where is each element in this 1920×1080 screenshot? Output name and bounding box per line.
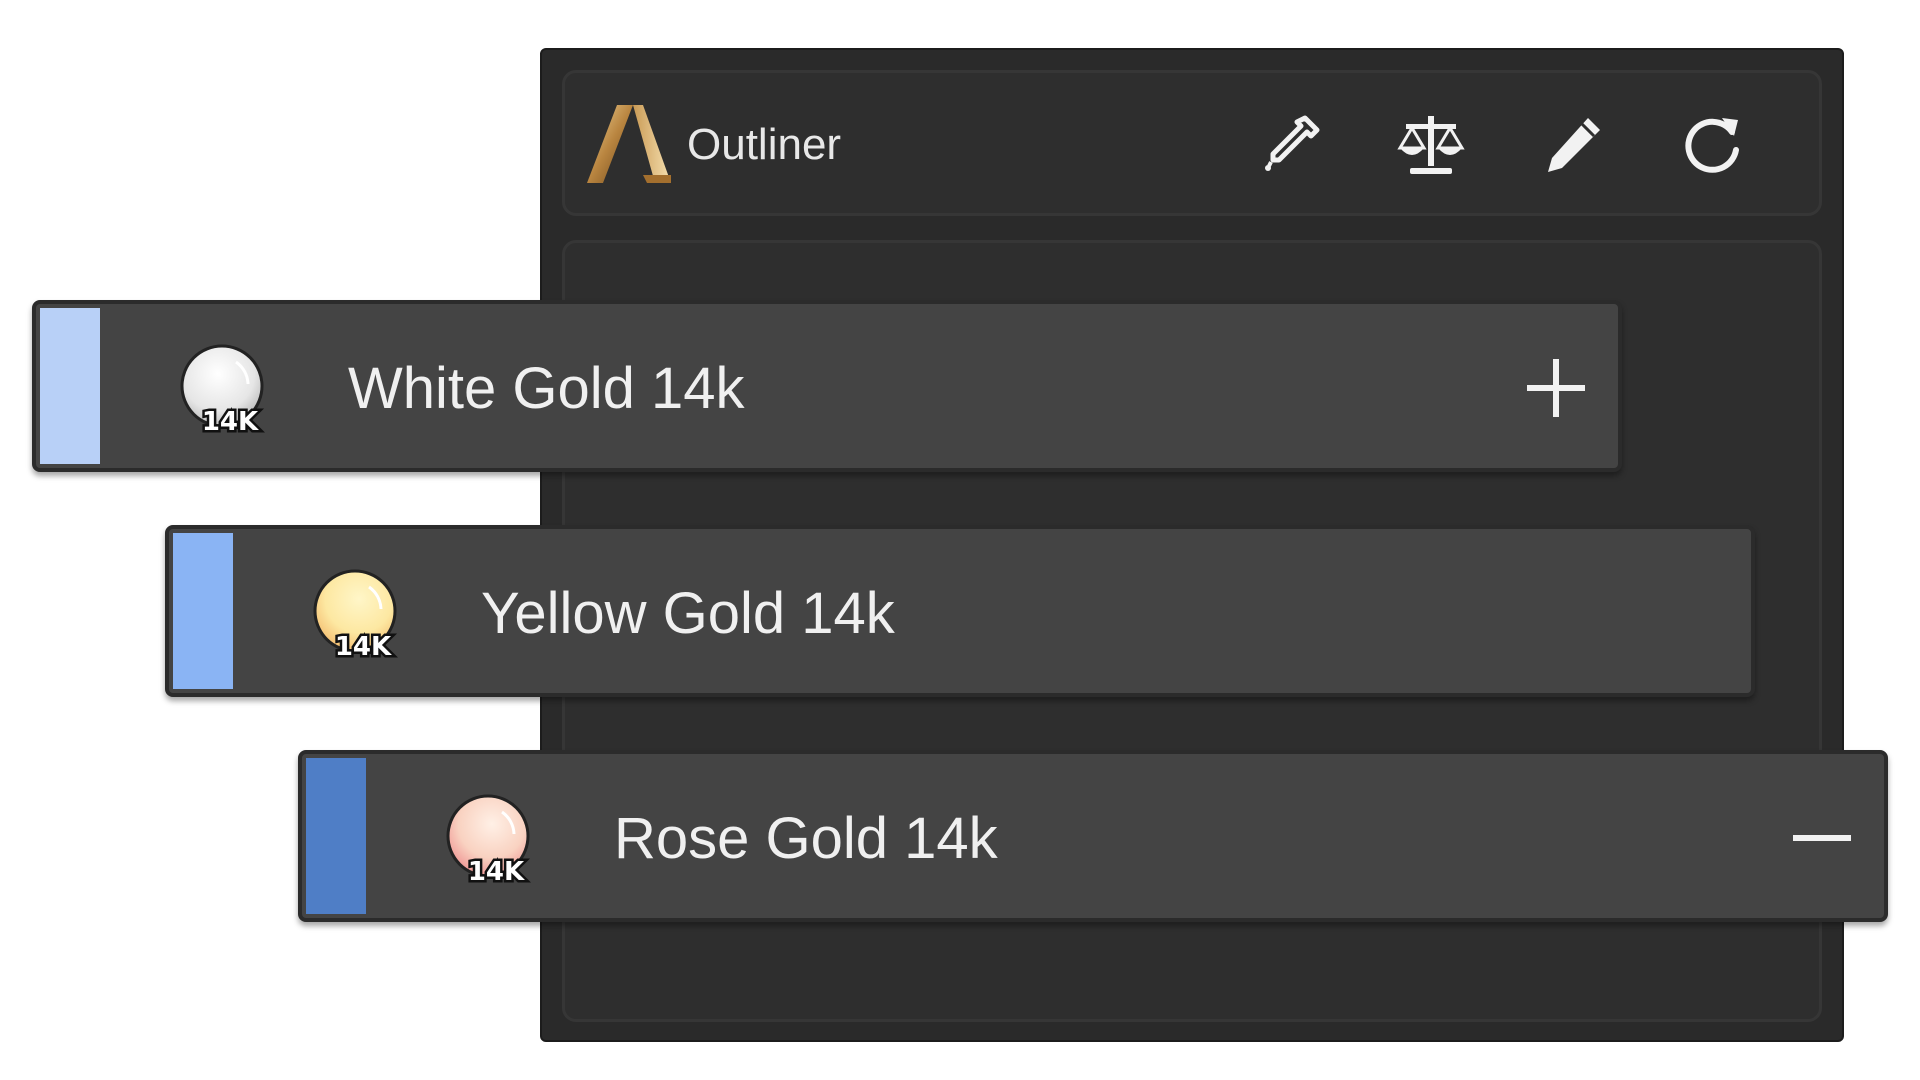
refresh-icon — [1685, 118, 1739, 173]
karat-badge: 14K — [202, 407, 259, 437]
material-row-rose-gold[interactable]: 14K Rose Gold 14k — [298, 750, 1888, 922]
add-button[interactable] — [1516, 348, 1596, 428]
material-row-white-gold[interactable]: 14K White Gold 14k — [32, 300, 1622, 472]
minus-icon — [1793, 835, 1851, 841]
refresh-button[interactable] — [1673, 105, 1753, 185]
material-name: White Gold 14k — [348, 356, 745, 421]
pencil-icon — [1548, 118, 1600, 172]
material-color-swatch — [173, 533, 233, 689]
plus-icon — [1527, 359, 1585, 417]
material-color-swatch — [306, 758, 366, 914]
scale-button[interactable] — [1391, 105, 1471, 185]
outliner-header: Outliner — [562, 70, 1822, 216]
white-gold-sphere-icon: 14K — [180, 344, 264, 440]
yellow-gold-sphere-icon: 14K — [313, 569, 397, 665]
panel-title: Outliner — [687, 120, 842, 169]
material-row-yellow-gold[interactable]: 14K Yellow Gold 14k — [165, 525, 1755, 697]
remove-button[interactable] — [1782, 798, 1862, 878]
eyedropper-icon — [1265, 115, 1320, 171]
material-color-swatch — [40, 308, 100, 464]
app-logo — [587, 105, 671, 183]
material-name: Yellow Gold 14k — [481, 581, 895, 646]
karat-badge: 14K — [468, 857, 525, 887]
karat-badge: 14K — [335, 632, 392, 662]
eyedropper-button[interactable] — [1250, 105, 1330, 185]
rose-gold-sphere-icon: 14K — [446, 794, 530, 890]
stage: Outliner 14K White Gold 14k 14K Yellow G… — [0, 0, 1920, 1080]
pencil-button[interactable] — [1533, 105, 1613, 185]
scale-icon — [1397, 116, 1465, 174]
material-name: Rose Gold 14k — [614, 806, 998, 871]
